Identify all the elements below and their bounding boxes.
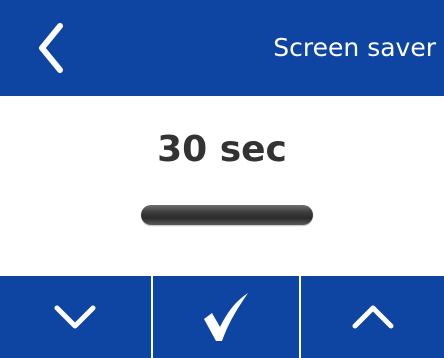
checkmark-icon xyxy=(203,293,248,341)
page-title: Screen saver xyxy=(273,33,436,62)
increase-button[interactable] xyxy=(301,276,444,358)
chevron-down-icon xyxy=(54,305,96,329)
chevron-left-icon xyxy=(39,23,63,73)
chevron-up-icon xyxy=(352,305,394,329)
confirm-button[interactable] xyxy=(153,276,300,358)
back-button[interactable] xyxy=(20,18,80,78)
header-bar: Screen saver xyxy=(0,0,444,96)
setting-value: 30 sec xyxy=(157,129,287,170)
bottom-control-bar xyxy=(0,276,444,358)
decrease-button[interactable] xyxy=(0,276,151,358)
value-indicator-bar xyxy=(141,205,313,225)
